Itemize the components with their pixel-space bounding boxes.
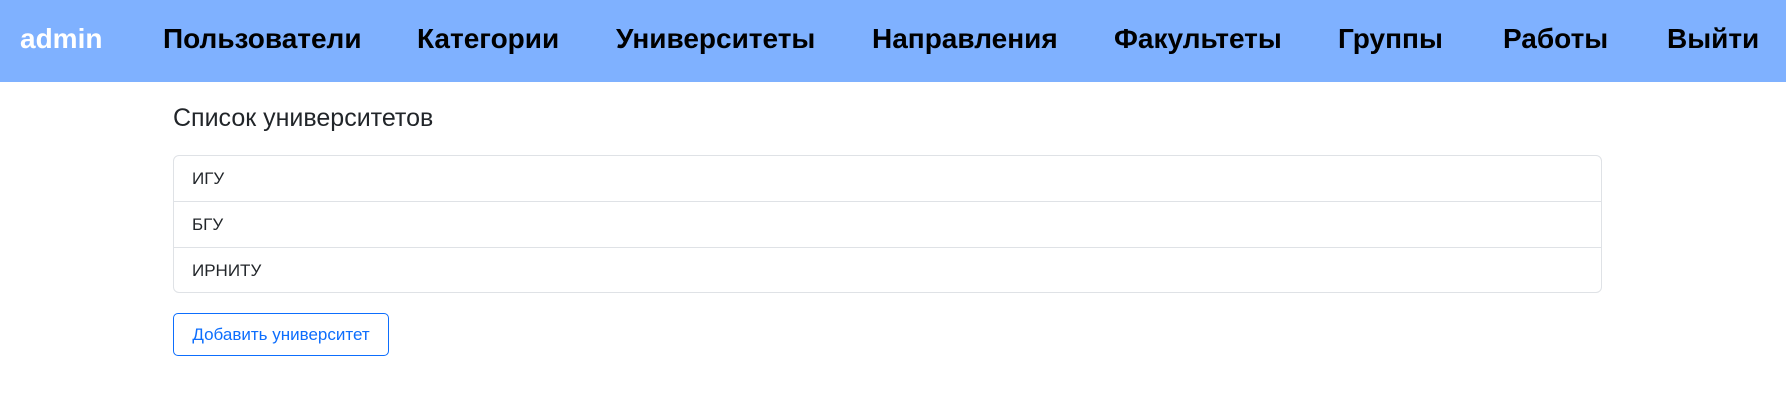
nav-universities[interactable]: Университеты <box>616 0 815 78</box>
nav-logout[interactable]: Выйти <box>1667 0 1759 78</box>
nav-groups[interactable]: Группы <box>1338 0 1443 78</box>
university-list: ИГУ БГУ ИРНИТУ <box>173 155 1602 293</box>
page-title: Список университетов <box>173 104 434 132</box>
nav-categories[interactable]: Категории <box>417 0 559 78</box>
nav-directions[interactable]: Направления <box>872 0 1058 78</box>
nav-works[interactable]: Работы <box>1503 0 1608 78</box>
nav-faculties[interactable]: Факультеты <box>1114 0 1282 78</box>
list-item: ИГУ <box>174 156 1601 202</box>
list-item: БГУ <box>174 202 1601 248</box>
add-university-button[interactable]: Добавить университет <box>173 313 389 356</box>
nav-users[interactable]: Пользователи <box>163 0 362 78</box>
brand-link[interactable]: admin <box>20 0 102 78</box>
top-navbar: admin Пользователи Категории Университет… <box>0 0 1786 82</box>
list-item: ИРНИТУ <box>192 261 262 280</box>
